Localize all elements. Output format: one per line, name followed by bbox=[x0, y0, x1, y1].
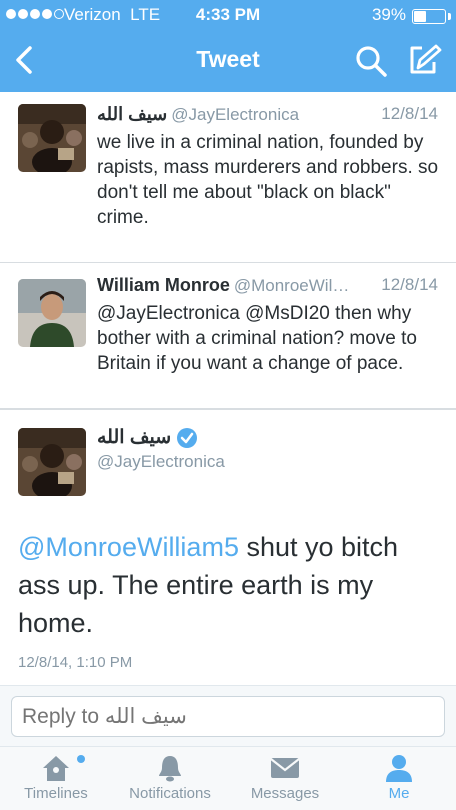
tweet-author-handle[interactable]: @JayElectronica bbox=[171, 105, 299, 124]
person-icon bbox=[383, 753, 415, 783]
tab-label: Notifications bbox=[129, 785, 211, 802]
avatar[interactable] bbox=[18, 428, 86, 496]
tab-label: Timelines bbox=[24, 785, 88, 802]
main-tweet-timestamp: 12/8/14, 1:10 PM bbox=[18, 654, 133, 671]
notification-dot bbox=[77, 755, 85, 763]
tweet-date: 12/8/14 bbox=[381, 275, 438, 294]
main-tweet: سيف الله @JayElectronica @MonroeWilliam5… bbox=[0, 409, 456, 685]
tweet-item[interactable]: William Monroe @MonroeWil… 12/8/14 @JayEl… bbox=[0, 263, 456, 409]
tweet-author-name[interactable]: سيف الله bbox=[97, 104, 167, 124]
tab-timelines[interactable]: Timelines bbox=[0, 747, 112, 810]
tweet-text: @JayElectronica @MsDI20 then why bother … bbox=[97, 303, 417, 374]
envelope-icon bbox=[269, 753, 301, 783]
home-icon bbox=[40, 753, 72, 783]
status-bar: Verizon LTE 4:33 PM 39% bbox=[0, 0, 456, 32]
tweet-text: we live in a criminal nation, founded by… bbox=[97, 132, 439, 228]
battery-fill bbox=[414, 11, 427, 22]
tweet-item[interactable]: سيف الله @JayElectronica 12/8/14 we live … bbox=[0, 92, 456, 263]
tweet-header: سيف الله @JayElectronica 12/8/14 bbox=[97, 104, 438, 128]
tab-me[interactable]: Me bbox=[342, 747, 456, 810]
battery-tip bbox=[448, 13, 451, 20]
main-tweet-author-name[interactable]: سيف الله bbox=[97, 426, 171, 449]
tweet-author-name[interactable]: William Monroe bbox=[97, 275, 230, 295]
search-icon[interactable] bbox=[352, 42, 392, 82]
top-bar: Verizon LTE 4:33 PM 39% Tweet bbox=[0, 0, 456, 92]
main-tweet-text: @MonroeWilliam5 shut yo bitch ass up. Th… bbox=[18, 528, 438, 642]
tweet-author-handle[interactable]: @MonroeWil… bbox=[234, 276, 350, 295]
main-tweet-author[interactable]: سيف الله bbox=[97, 426, 198, 449]
tab-label: Messages bbox=[250, 785, 320, 802]
tweet-header: William Monroe @MonroeWil… 12/8/14 bbox=[97, 275, 438, 299]
compose-icon[interactable] bbox=[404, 40, 444, 80]
reply-input[interactable] bbox=[11, 696, 445, 737]
tab-bar: Timelines Notifications Messages Me bbox=[0, 747, 456, 810]
bell-icon bbox=[154, 753, 186, 783]
mention-link[interactable]: @MonroeWilliam5 bbox=[18, 532, 239, 562]
nav-bar: Tweet bbox=[0, 32, 456, 90]
reply-bar bbox=[0, 685, 456, 747]
tweet-date: 12/8/14 bbox=[381, 104, 438, 123]
tab-notifications[interactable]: Notifications bbox=[112, 747, 228, 810]
battery-icon bbox=[412, 9, 446, 24]
avatar[interactable] bbox=[18, 279, 86, 347]
main-tweet-handle[interactable]: @JayElectronica bbox=[97, 452, 225, 472]
tab-label: Me bbox=[388, 785, 410, 802]
battery-percent: 39% bbox=[371, 5, 406, 24]
verified-badge-icon bbox=[177, 427, 198, 448]
tab-messages[interactable]: Messages bbox=[228, 747, 342, 810]
avatar[interactable] bbox=[18, 104, 86, 172]
